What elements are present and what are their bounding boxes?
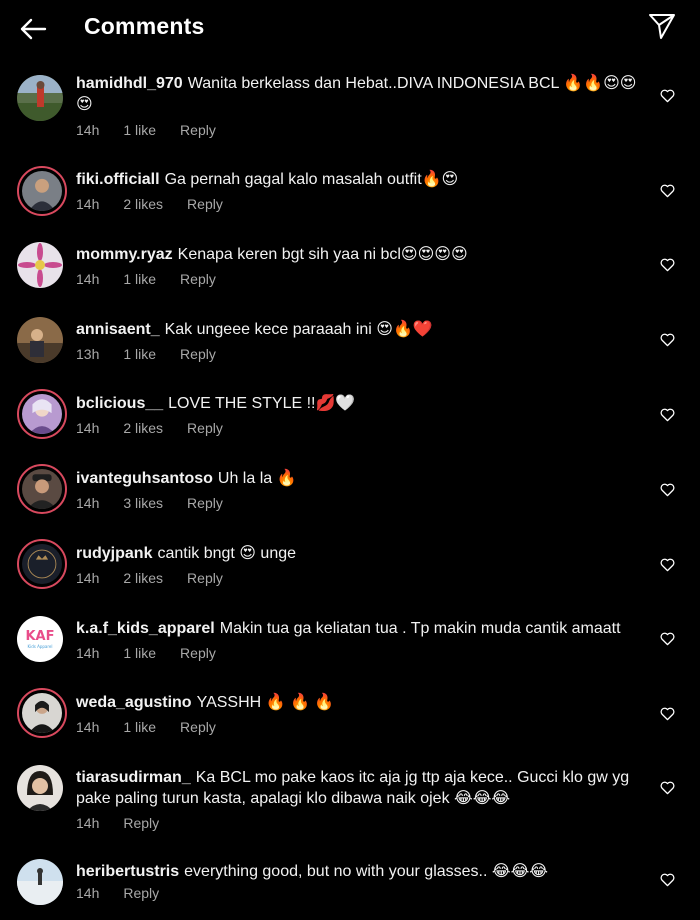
like-count[interactable]: 3 likes	[123, 495, 163, 511]
avatar[interactable]	[17, 464, 67, 514]
comment-text: Kenapa keren bgt sih yaa ni bcl😍😍😍😍	[177, 246, 468, 263]
comment-text: everything good, but no with your glasse…	[184, 863, 548, 880]
reply-button[interactable]: Reply	[123, 815, 159, 831]
username[interactable]: weda_agustino	[76, 694, 192, 711]
username[interactable]: hamidhdl_970	[76, 75, 183, 92]
like-heart-icon[interactable]	[660, 558, 675, 572]
top-bar: Comments	[0, 0, 700, 56]
reply-button[interactable]: Reply	[180, 645, 216, 661]
comment-time: 14h	[76, 719, 100, 735]
comment-text: Uh la la 🔥	[217, 470, 297, 487]
comment-time: 14h	[76, 570, 100, 586]
comment-time: 14h	[76, 495, 100, 511]
reply-button[interactable]: Reply	[187, 196, 223, 212]
reply-button[interactable]: Reply	[187, 495, 223, 511]
comment-text: Ga pernah gagal kalo masalah outfit🔥😍	[164, 171, 459, 188]
comment-text: cantik bngt 😍 unge	[157, 545, 297, 562]
like-heart-icon[interactable]	[660, 707, 675, 721]
comment-time: 14h	[76, 815, 100, 831]
username[interactable]: mommy.ryaz	[76, 246, 173, 263]
reply-button[interactable]: Reply	[180, 271, 216, 287]
like-heart-icon[interactable]	[660, 408, 675, 422]
like-heart-icon[interactable]	[660, 873, 675, 887]
comment-text: YASSHH 🔥 🔥 🔥	[196, 694, 335, 711]
avatar[interactable]	[17, 688, 67, 738]
comment-time: 14h	[76, 885, 100, 901]
comment-time: 14h	[76, 645, 100, 661]
avatar[interactable]	[17, 859, 63, 905]
like-count[interactable]: 1 like	[123, 271, 156, 287]
like-heart-icon[interactable]	[660, 333, 675, 347]
page-title: Comments	[84, 13, 205, 39]
like-count[interactable]: 1 like	[123, 346, 156, 362]
username[interactable]: tiarasudirman_	[76, 769, 191, 786]
username[interactable]: ivanteguhsantoso	[76, 470, 213, 487]
comment-time: 14h	[76, 196, 100, 212]
like-heart-icon[interactable]	[660, 483, 675, 497]
reply-button[interactable]: Reply	[180, 719, 216, 735]
comment-time: 14h	[76, 122, 100, 138]
like-count[interactable]: 1 like	[123, 719, 156, 735]
comment-text: Kak ungeee kece paraaah ini 😍🔥❤️	[164, 321, 433, 338]
comment-text: Makin tua ga keliatan tua . Tp makin mud…	[219, 620, 621, 637]
like-heart-icon[interactable]	[660, 258, 675, 272]
avatar[interactable]	[17, 765, 63, 811]
avatar[interactable]	[17, 317, 63, 363]
username[interactable]: annisaent_	[76, 321, 160, 338]
like-heart-icon[interactable]	[660, 632, 675, 646]
comment-text: LOVE THE STYLE !!💋🤍	[168, 395, 356, 412]
username[interactable]: heribertustris	[76, 863, 179, 880]
reply-button[interactable]: Reply	[187, 420, 223, 436]
username[interactable]: k.a.f_kids_apparel	[76, 620, 215, 637]
avatar-logo-subtext: Kids Apparel	[27, 644, 52, 649]
avatar[interactable]	[17, 539, 67, 589]
like-count[interactable]: 1 like	[123, 645, 156, 661]
comment-time: 14h	[76, 271, 100, 287]
avatar[interactable]	[17, 166, 67, 216]
like-heart-icon[interactable]	[660, 781, 675, 795]
avatar[interactable]	[17, 242, 63, 288]
reply-button[interactable]: Reply	[180, 346, 216, 362]
like-count[interactable]: 2 likes	[123, 196, 163, 212]
avatar[interactable]	[17, 389, 67, 439]
like-count[interactable]: 1 like	[123, 122, 156, 138]
back-arrow-icon[interactable]	[18, 14, 48, 44]
reply-button[interactable]: Reply	[123, 885, 159, 901]
username[interactable]: rudyjpank	[76, 545, 152, 562]
username[interactable]: bclicious__	[76, 395, 163, 412]
like-heart-icon[interactable]	[660, 89, 675, 103]
comment-time: 13h	[76, 346, 100, 362]
send-icon[interactable]	[648, 12, 676, 40]
reply-button[interactable]: Reply	[180, 122, 216, 138]
like-heart-icon[interactable]	[660, 184, 675, 198]
comment-time: 14h	[76, 420, 100, 436]
like-count[interactable]: 2 likes	[123, 420, 163, 436]
avatar-logo-text: KAF	[25, 629, 54, 644]
avatar[interactable]: KAF Kids Apparel	[17, 616, 63, 662]
like-count[interactable]: 2 likes	[123, 570, 163, 586]
reply-button[interactable]: Reply	[187, 570, 223, 586]
avatar[interactable]	[17, 75, 63, 121]
username[interactable]: fiki.officiall	[76, 171, 160, 188]
